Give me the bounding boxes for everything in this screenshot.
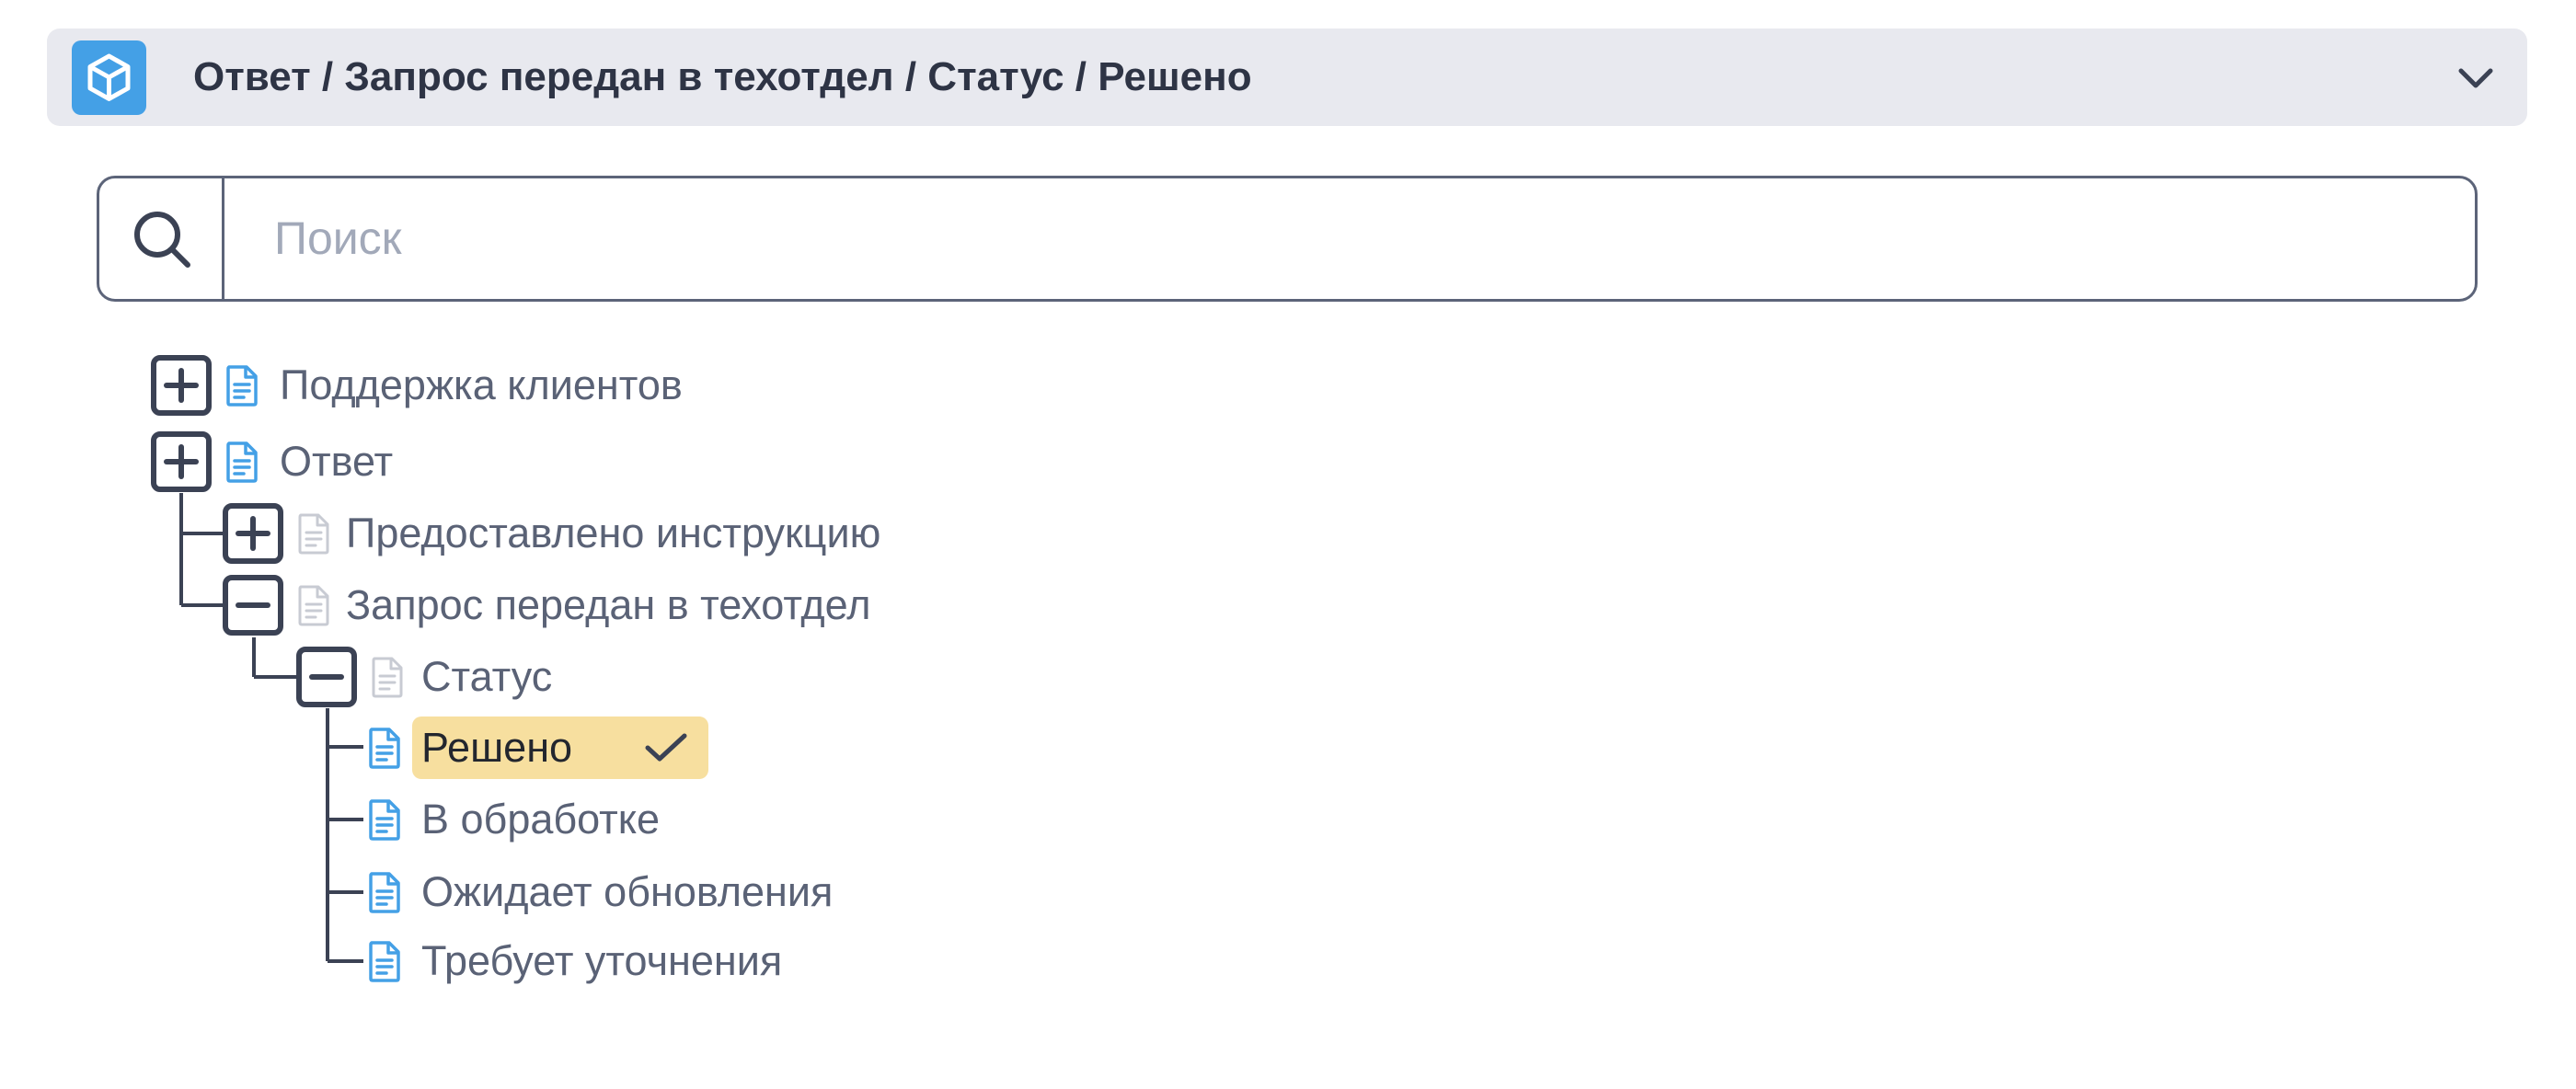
tree-node-label: Ожидает обновления xyxy=(421,868,834,915)
document-icon xyxy=(225,441,259,483)
tree-select-widget: Ответ / Запрос передан в техотдел / Стат… xyxy=(0,0,2576,1089)
tree-node-label: Предоставлено инструкцию xyxy=(346,510,881,556)
document-icon xyxy=(297,512,330,555)
collapse-button[interactable] xyxy=(223,575,283,636)
document-icon xyxy=(368,940,401,982)
checkmark-icon xyxy=(645,733,687,762)
plus-icon xyxy=(156,361,206,410)
minus-icon xyxy=(302,652,351,702)
document-icon xyxy=(368,727,401,769)
tree-node-label: Требует уточнения xyxy=(421,937,783,984)
tree-node-label: Запрос передан в техотдел xyxy=(346,581,871,628)
tree-node-label: В обработке xyxy=(421,796,661,843)
plus-icon xyxy=(228,509,278,558)
document-icon xyxy=(368,798,401,841)
minus-icon xyxy=(228,580,278,630)
tree-node-label: Статус xyxy=(421,653,553,700)
document-icon xyxy=(225,364,259,407)
expand-button[interactable] xyxy=(223,503,283,564)
collapse-button[interactable] xyxy=(296,647,357,707)
plus-icon xyxy=(156,437,206,487)
tree-node-label: Решено xyxy=(421,724,573,771)
tree-node-label: Ответ xyxy=(280,438,394,485)
expand-button[interactable] xyxy=(151,431,212,492)
document-icon xyxy=(368,871,401,913)
document-icon xyxy=(297,584,330,626)
document-icon xyxy=(371,656,404,698)
tree-node-label: Поддержка клиентов xyxy=(280,361,683,408)
expand-button[interactable] xyxy=(151,355,212,416)
